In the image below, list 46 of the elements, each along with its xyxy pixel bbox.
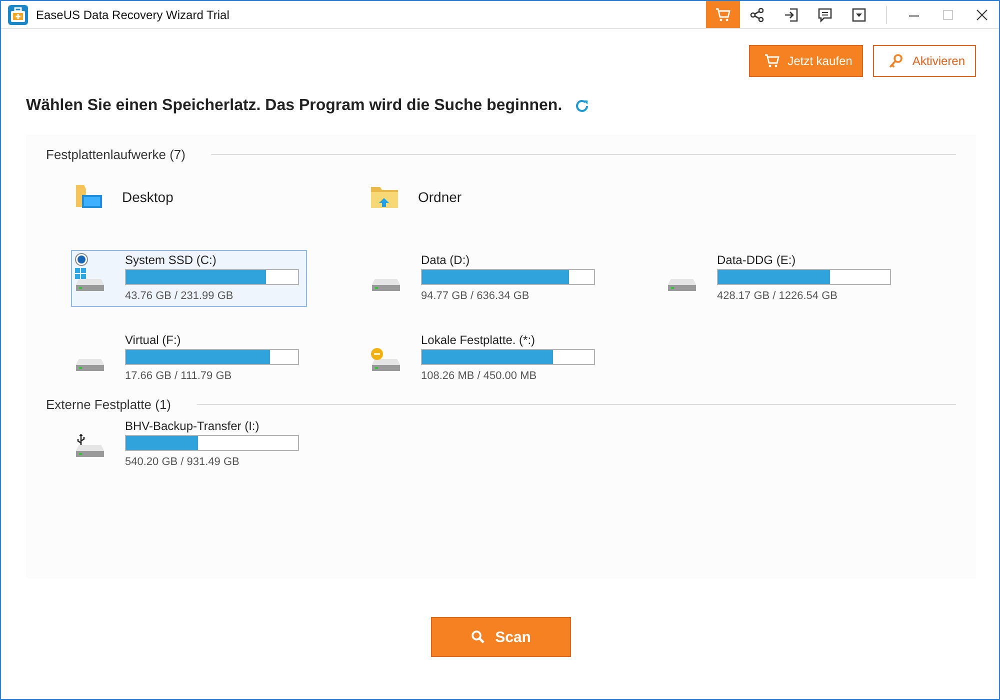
drive-item[interactable]: BHV-Backup-Transfer (I:) 540.20 GB / 931.49 GB [71,416,307,473]
hard-drive-icon [372,357,400,373]
radio-button-icon[interactable] [75,253,88,266]
drive-item[interactable]: Virtual (F:) 17.66 GB / 111.79 GB [71,330,307,387]
hard-drive-icon [76,357,104,373]
drive-usage: 540.20 GB / 931.49 GB [125,456,240,468]
drive-usage: 428.17 GB / 1226.54 GB [717,290,838,302]
section-title: Externe Festplatte (1) [46,397,171,412]
drive-name: Virtual (F:) [125,333,182,349]
drive-item[interactable]: Lokale Festplatte. (*:) 108.26 MB / 450.00 MB [367,330,603,387]
drive-usage: 108.26 MB / 450.00 MB [421,370,538,382]
sign-in-icon[interactable] [783,6,799,22]
instruction-heading: Wählen Sie einen Speicherlatz. Das Program wird die Suche beginnen. [26,97,562,115]
refresh-icon[interactable] [574,98,590,114]
warning-badge-icon [371,348,383,360]
hard-drive-icon [372,277,400,293]
drive-name: Data-DDG (E:) [717,253,797,269]
drive-usage: 43.76 GB / 231.99 GB [125,290,234,302]
cart-icon [764,53,780,69]
drive-name: BHV-Backup-Transfer (I:) [125,419,260,435]
hard-drive-icon [76,443,104,459]
close-icon[interactable] [975,8,989,22]
drive-usage: 17.66 GB / 111.79 GB [125,370,233,382]
share-icon[interactable] [749,6,765,22]
windows-logo-icon [75,268,86,279]
drive-name: System SSD (C:) [125,253,218,269]
location-label[interactable]: Desktop [122,189,174,205]
drive-usage: 94.77 GB / 636.34 GB [421,290,530,302]
window-title: EaseUS Data Recovery Wizard Trial [36,8,230,22]
desktop-folder-icon[interactable] [74,183,104,211]
dropdown-icon[interactable] [851,6,867,22]
chat-icon[interactable] [817,6,833,22]
search-icon [471,630,486,644]
drive-item[interactable]: Data (D:) 94.77 GB / 636.34 GB [367,250,603,307]
drive-item[interactable]: Data-DDG (E:) 428.17 GB / 1226.54 GB [663,250,899,307]
drive-item[interactable]: System SSD (C:) 43.76 GB / 231.99 GB [71,250,307,307]
section-title: Festplattenlaufwerke (7) [46,147,186,162]
app-logo-icon [8,4,28,24]
drive-name: Lokale Festplatte. (*:) [421,333,536,349]
location-label[interactable]: Ordner [418,189,462,205]
hard-drive-icon [76,277,104,293]
drive-name: Data (D:) [421,253,471,269]
hard-drive-icon [668,277,696,293]
usb-icon [77,434,85,446]
cart-icon[interactable] [715,6,731,22]
key-icon [888,53,904,69]
